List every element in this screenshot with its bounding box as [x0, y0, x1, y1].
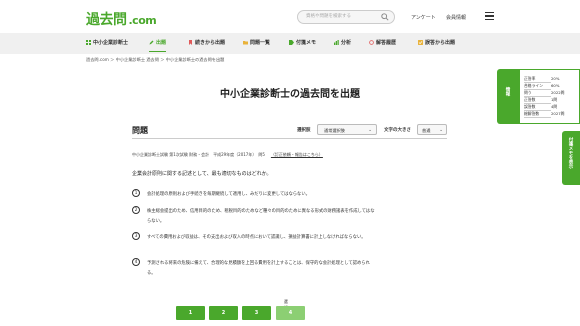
survey-link[interactable]: アンケート [411, 14, 436, 21]
info-value: 60% [551, 83, 560, 88]
nav-label: 出題 [156, 40, 167, 46]
info-row: 合格ライン 60% [524, 83, 559, 90]
nav-label: 誤答から出題 [425, 40, 456, 46]
info-row: 正答数 1問 [524, 97, 557, 104]
nav-label: 付箋メモ [296, 40, 317, 46]
site-logo[interactable]: 過去問 .com [86, 9, 157, 29]
nav-label: 中小企業診断士 [93, 40, 129, 46]
info-key: 総解答数 [524, 111, 551, 118]
logo-suffix: .com [128, 14, 157, 27]
choice-number: 2 [132, 206, 140, 214]
font-size-value: 普通 [422, 127, 431, 133]
main-nav: 中小企業診断士 出題 続きから出題 問題一覧 付箋メモ 分析 解答履歴 誤答から… [0, 33, 580, 54]
choice-mode-select[interactable]: 通常選択肢 ⌄ [317, 124, 377, 135]
nav-item-memo[interactable]: 付箋メモ [289, 39, 316, 46]
nav-label: 問題一覧 [250, 40, 271, 46]
answer-button-2[interactable]: 2 [209, 306, 238, 320]
info-value: 2027問 [551, 111, 565, 116]
folder-icon [243, 40, 248, 44]
nav-item-analysis[interactable]: 分析 [334, 39, 351, 46]
answer-button-1[interactable]: 1 [176, 306, 205, 320]
answer-button-4[interactable]: 4 [276, 306, 305, 320]
memo-tab[interactable]: 付箋メモを表示 [562, 131, 580, 185]
choice-text: 予測される将来の危険に備えて、合理的な見積額を上回る費用を計上することは、保守的… [147, 261, 370, 276]
nav-item-exam[interactable]: 中小企業診断士 [86, 39, 128, 46]
info-tab-label: 情報 [505, 87, 510, 96]
info-panel: 正答率 20% 合格ライン 60% 問う 2022問 正答数 1問 誤答数 4問 総解答数… [519, 69, 580, 124]
choice-number: 3 [132, 232, 140, 240]
chevron-down-icon: ⌄ [368, 127, 372, 133]
breadcrumb[interactable]: 過去問.com ＞ 中小企業診断士 過去問 ＞ 中小企業診断士の過去問を出題 [86, 57, 224, 63]
chart-icon [334, 39, 339, 45]
search-input[interactable]: 資格や問題を検索する [297, 10, 395, 24]
nav-item-question[interactable]: 出題 [149, 39, 167, 52]
nav-label: 続きから出題 [195, 40, 226, 46]
info-row: 正答率 20% [524, 76, 559, 83]
nav-item-list[interactable]: 問題一覧 [243, 39, 270, 46]
info-value: 2022問 [551, 90, 565, 95]
choice-number: 1 [132, 189, 140, 197]
info-tab[interactable]: 情報 [497, 69, 519, 124]
font-size-label: 文字の大きさ [384, 128, 411, 133]
answer-button-3[interactable]: 3 [242, 306, 271, 320]
info-value: 4問 [551, 104, 558, 109]
info-key: 問う [524, 90, 551, 97]
choice-number: 4 [132, 258, 140, 266]
page-title: 中小企業診断士の過去問を出題 [220, 89, 360, 100]
choice-mode-label: 選択肢 [297, 128, 311, 133]
nav-item-continue[interactable]: 続きから出題 [188, 39, 225, 46]
info-key: 合格ライン [524, 83, 551, 90]
info-key: 正答数 [524, 97, 551, 104]
hamburger-menu-icon[interactable] [485, 12, 494, 20]
tag-icon [289, 39, 294, 45]
info-row: 誤答数 4問 [524, 104, 557, 111]
info-value: 1問 [551, 97, 558, 102]
choice-text: 株主総会提出のため、信用目的のため、租税目的のためなど種々の目的のために異なる形… [147, 209, 375, 224]
choice-text: すべての費用および収益は、その支出および収入の時点において認識し、損益計算書に計… [147, 235, 366, 240]
nav-label: 分析 [341, 40, 352, 46]
member-info-link[interactable]: 会員情報 [446, 14, 466, 21]
search-icon[interactable] [381, 13, 389, 21]
report-link[interactable]: （訂正依頼・報告はこちら） [271, 152, 323, 157]
question-text: 企業会計原則に関する記述として、最も適切なものはどれか。 [132, 171, 272, 177]
logo-text: 過去問 [86, 12, 127, 28]
check-icon [418, 39, 423, 45]
info-value: 20% [551, 76, 560, 81]
site-header: 過去問 .com 資格や問題を検索する アンケート 会員情報 [0, 0, 580, 33]
question-heading: 問題 [132, 126, 148, 135]
info-row: 問う 2022問 [524, 90, 564, 97]
info-row: 総解答数 2027問 [524, 111, 564, 118]
info-key: 正答率 [524, 76, 551, 83]
choice-text: 会計処理の原則および手続きを毎期継続して適用し、みだりに変更してはならない。 [147, 192, 310, 197]
font-size-select[interactable]: 普通 ⌄ [417, 124, 447, 135]
bookmark-icon [189, 39, 192, 45]
chevron-down-icon: ⌄ [439, 127, 443, 133]
nav-label: 解答履歴 [376, 40, 397, 46]
search-placeholder: 資格や問題を検索する [306, 14, 351, 19]
question-meta: 中小企業診断士試験 第1次試験 財務・会計 平成29年度（2017年） 問5 （訂… [132, 152, 323, 158]
nav-item-history[interactable]: 解答履歴 [369, 39, 396, 46]
choice-mode-value: 通常選択肢 [324, 127, 345, 133]
pencil-icon [149, 40, 154, 44]
grid-icon [86, 39, 91, 45]
circle-icon [369, 39, 374, 45]
memo-tab-label: 付箋メモを表示 [568, 137, 573, 169]
nav-item-wrong[interactable]: 誤答から出題 [418, 39, 455, 46]
question-source: 中小企業診断士試験 第1次試験 財務・会計 平成29年度（2017年） 問5 [132, 152, 265, 157]
question-toolbar: 問題 選択肢 通常選択肢 ⌄ 文字の大きさ 普通 ⌄ [132, 122, 447, 139]
info-key: 誤答数 [524, 104, 551, 111]
